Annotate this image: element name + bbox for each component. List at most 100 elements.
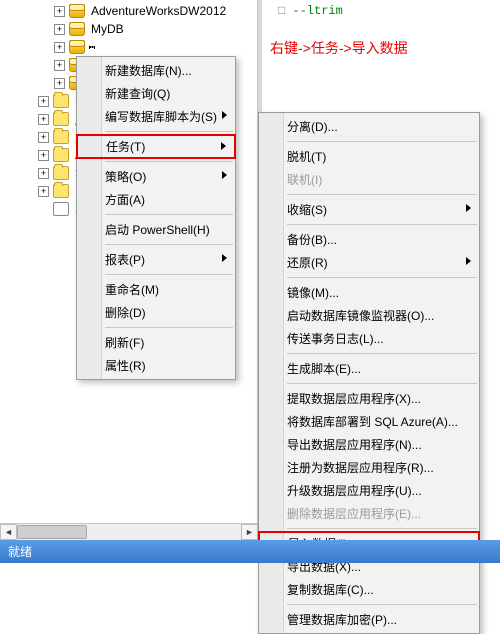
menu-item[interactable]: 启动数据库镜像监视器(O)... <box>259 304 479 327</box>
submenu-arrow-icon <box>222 171 227 179</box>
tree-expander-icon[interactable]: + <box>54 6 65 17</box>
menu-item-label: 注册为数据层应用程序(R)... <box>287 459 434 476</box>
tree-expander-icon[interactable]: + <box>38 150 49 161</box>
menu-item[interactable]: 注册为数据层应用程序(R)... <box>259 456 479 479</box>
menu-separator <box>105 131 233 132</box>
tree-item[interactable]: +AdventureWorksDW2012 <box>0 2 257 20</box>
menu-item-label: 提取数据层应用程序(X)... <box>287 390 421 407</box>
menu-item[interactable]: 新建查询(Q) <box>77 82 235 105</box>
tree-expander-icon[interactable]: + <box>38 186 49 197</box>
scroll-left-button[interactable]: ◄ <box>0 524 17 540</box>
tree-expander-icon[interactable]: + <box>54 24 65 35</box>
menu-item[interactable]: 传送事务日志(L)... <box>259 327 479 350</box>
menu-item-label: 传送事务日志(L)... <box>287 330 384 347</box>
menu-item[interactable]: 方面(A) <box>77 188 235 211</box>
menu-item-label: 删除(D) <box>105 304 146 321</box>
tree-expander-icon[interactable]: + <box>54 60 65 71</box>
menu-separator <box>287 383 477 384</box>
menu-item[interactable]: 还原(R) <box>259 251 479 274</box>
tree-item-label: MyDB <box>89 22 126 36</box>
submenu-arrow-icon <box>466 204 471 212</box>
editor-snippet: □ --ltrim <box>278 4 343 18</box>
menu-item-label: 任务(T) <box>106 138 145 155</box>
menu-item[interactable]: 将数据库部署到 SQL Azure(A)... <box>259 410 479 433</box>
menu-item[interactable]: 属性(R) <box>77 354 235 377</box>
tree-item[interactable]: + MyDB <box>0 20 257 38</box>
menu-item[interactable]: 新建数据库(N)... <box>77 59 235 82</box>
tree-expander-icon[interactable]: + <box>38 96 49 107</box>
menu-item-label: 导出数据层应用程序(N)... <box>287 436 422 453</box>
menu-item[interactable]: 任务(T) <box>76 134 236 159</box>
menu-separator <box>105 161 233 162</box>
menu-separator <box>287 194 477 195</box>
menu-item-label: 刷新(F) <box>105 334 144 351</box>
folder-icon <box>53 130 69 144</box>
menu-item-label: 新建数据库(N)... <box>105 62 192 79</box>
status-bar: 就绪 <box>0 540 500 563</box>
menu-item[interactable]: 策略(O) <box>77 165 235 188</box>
menu-item-label: 管理数据库加密(P)... <box>287 611 397 628</box>
menu-item[interactable]: 导出数据层应用程序(N)... <box>259 433 479 456</box>
menu-item-label: 还原(R) <box>287 254 328 271</box>
menu-item[interactable]: 镜像(M)... <box>259 281 479 304</box>
menu-item[interactable]: 编写数据库脚本为(S) <box>77 105 235 128</box>
menu-separator <box>287 604 477 605</box>
menu-item-label: 编写数据库脚本为(S) <box>105 108 217 125</box>
menu-item-label: 启动 PowerShell(H) <box>105 221 210 238</box>
menu-item[interactable]: 备份(B)... <box>259 228 479 251</box>
menu-item-label: 属性(R) <box>105 357 146 374</box>
menu-item-label: 升级数据层应用程序(U)... <box>287 482 422 499</box>
menu-item[interactable]: 启动 PowerShell(H) <box>77 218 235 241</box>
horizontal-scrollbar[interactable]: ◄ ► <box>0 523 258 540</box>
menu-item[interactable]: 重命名(M) <box>77 278 235 301</box>
menu-separator <box>287 528 477 529</box>
menu-item[interactable]: 提取数据层应用程序(X)... <box>259 387 479 410</box>
menu-item[interactable]: 生成脚本(E)... <box>259 357 479 380</box>
menu-item[interactable]: 删除(D) <box>77 301 235 324</box>
menu-item-label: 重命名(M) <box>105 281 159 298</box>
submenu-arrow-icon <box>222 254 227 262</box>
annotation-text: 右键->任务->导入数据 <box>270 38 408 58</box>
menu-item-label: 分离(D)... <box>287 118 338 135</box>
menu-item-label: 将数据库部署到 SQL Azure(A)... <box>287 413 458 430</box>
menu-separator <box>287 224 477 225</box>
tree-expander-icon[interactable]: + <box>38 132 49 143</box>
tree-item-label <box>89 46 95 48</box>
tree-expander-icon[interactable]: + <box>54 42 65 53</box>
db-icon <box>69 40 85 54</box>
menu-separator <box>287 353 477 354</box>
submenu-arrow-icon <box>466 257 471 265</box>
scroll-track[interactable] <box>17 524 241 540</box>
menu-item: 联机(I) <box>259 168 479 191</box>
menu-item[interactable]: 管理数据库加密(P)... <box>259 608 479 631</box>
editor-symbol: □ <box>278 4 292 18</box>
tree-item[interactable]: + <box>0 38 257 56</box>
tree-expander-icon[interactable]: + <box>54 78 65 89</box>
menu-item-label: 策略(O) <box>105 168 146 185</box>
menu-item[interactable]: 分离(D)... <box>259 115 479 138</box>
menu-item[interactable]: 报表(P) <box>77 248 235 271</box>
tree-expander-icon[interactable]: + <box>38 168 49 179</box>
menu-item[interactable]: 复制数据库(C)... <box>259 578 479 601</box>
folder-icon <box>53 184 69 198</box>
db-icon <box>69 4 85 18</box>
tree-expander-icon[interactable]: + <box>38 114 49 125</box>
folder-icon <box>53 112 69 126</box>
menu-item-label: 生成脚本(E)... <box>287 360 361 377</box>
menu-item-label: 启动数据库镜像监视器(O)... <box>287 307 434 324</box>
scroll-thumb[interactable] <box>17 525 87 539</box>
menu-item-label: 脱机(T) <box>287 148 326 165</box>
menu-item: 删除数据层应用程序(E)... <box>259 502 479 525</box>
folder-icon <box>53 166 69 180</box>
scroll-right-button[interactable]: ► <box>241 524 258 540</box>
submenu-arrow-icon <box>221 142 226 150</box>
menu-separator <box>105 244 233 245</box>
db-icon <box>69 22 85 36</box>
menu-item-label: 复制数据库(C)... <box>287 581 374 598</box>
menu-item[interactable]: 收缩(S) <box>259 198 479 221</box>
folder-icon <box>53 94 69 108</box>
menu-item[interactable]: 脱机(T) <box>259 145 479 168</box>
menu-item[interactable]: 刷新(F) <box>77 331 235 354</box>
context-menu[interactable]: 新建数据库(N)... 新建查询(Q) 编写数据库脚本为(S) 任务(T) 策略(O) 方… <box>76 56 236 380</box>
menu-item[interactable]: 升级数据层应用程序(U)... <box>259 479 479 502</box>
